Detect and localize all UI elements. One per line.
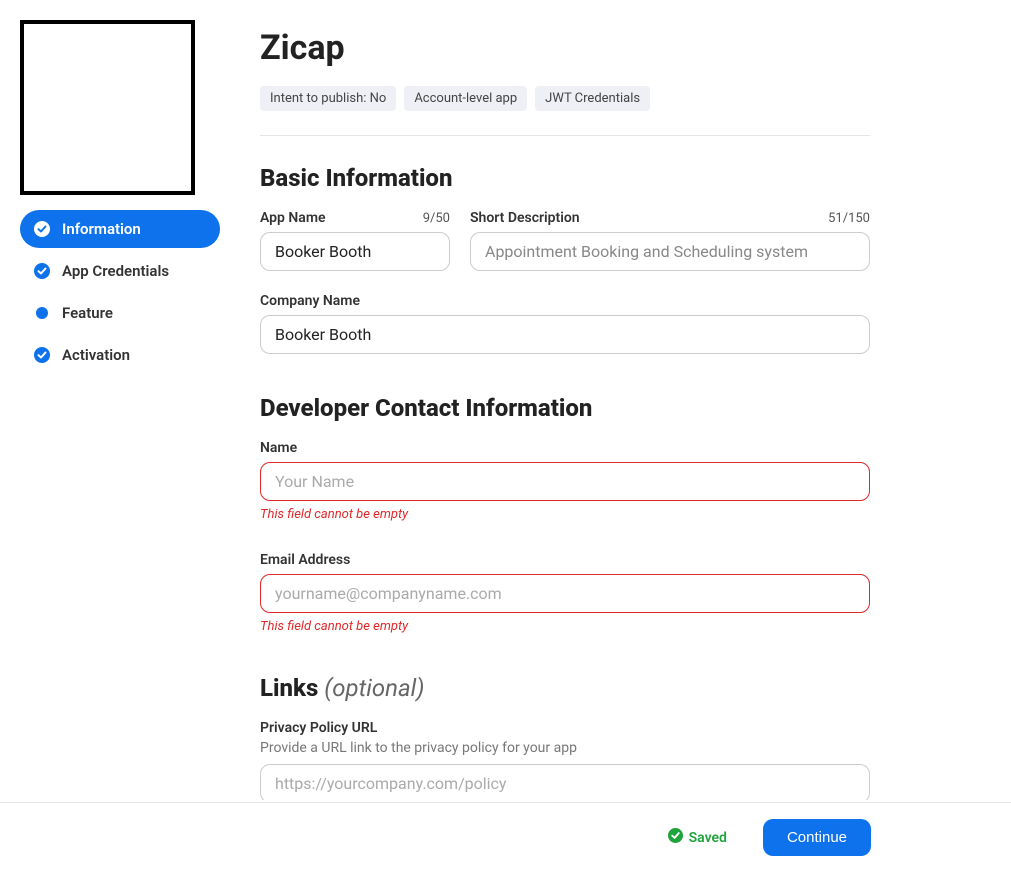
dev-email-label: Email Address	[260, 552, 350, 568]
company-name-input[interactable]	[260, 315, 870, 354]
nav-list: Information App Credentials Feature Acti…	[20, 210, 220, 374]
check-circle-icon	[668, 828, 683, 847]
dev-name-label: Name	[260, 440, 297, 456]
badge-intent: Intent to publish: No	[260, 86, 396, 111]
badge-account-level: Account-level app	[404, 86, 527, 111]
dev-name-error: This field cannot be empty	[260, 507, 870, 522]
nav-label: App Credentials	[62, 262, 169, 280]
app-name-count: 9/50	[423, 211, 450, 226]
privacy-url-help: Provide a URL link to the privacy policy…	[260, 740, 870, 756]
app-name-input[interactable]	[260, 232, 450, 271]
links-title-text: Links	[260, 674, 318, 702]
dot-icon	[34, 305, 50, 321]
short-desc-input[interactable]	[470, 232, 870, 271]
section-title-basic: Basic Information	[260, 164, 870, 192]
badges: Intent to publish: No Account-level app …	[260, 86, 870, 111]
short-desc-label: Short Description	[470, 210, 580, 226]
check-circle-icon	[34, 221, 50, 237]
nav-label: Information	[62, 220, 141, 238]
continue-button[interactable]: Continue	[763, 819, 871, 856]
section-title-developer: Developer Contact Information	[260, 394, 870, 422]
links-optional: (optional)	[324, 674, 424, 702]
dev-email-input[interactable]	[260, 574, 870, 613]
dev-email-error: This field cannot be empty	[260, 619, 870, 634]
nav-item-information[interactable]: Information	[20, 210, 220, 248]
app-title: Zicap	[260, 28, 870, 68]
dev-name-input[interactable]	[260, 462, 870, 501]
main-content: Zicap Intent to publish: No Account-leve…	[260, 20, 870, 800]
sidebar: Information App Credentials Feature Acti…	[20, 20, 220, 800]
app-name-label: App Name	[260, 210, 326, 226]
privacy-url-input[interactable]	[260, 764, 870, 800]
app-logo-placeholder	[20, 20, 195, 195]
saved-indicator: Saved	[668, 828, 727, 847]
bottom-bar: Saved Continue	[0, 802, 1011, 872]
privacy-url-label: Privacy Policy URL	[260, 720, 870, 736]
check-circle-icon	[34, 263, 50, 279]
short-desc-count: 51/150	[828, 211, 870, 226]
nav-label: Feature	[62, 304, 113, 322]
check-circle-icon	[34, 347, 50, 363]
company-name-label: Company Name	[260, 293, 360, 309]
nav-item-activation[interactable]: Activation	[20, 336, 220, 374]
nav-label: Activation	[62, 346, 130, 364]
nav-item-app-credentials[interactable]: App Credentials	[20, 252, 220, 290]
nav-item-feature[interactable]: Feature	[20, 294, 220, 332]
saved-label: Saved	[689, 830, 727, 846]
section-title-links: Links (optional)	[260, 674, 870, 702]
divider	[260, 135, 870, 136]
badge-jwt: JWT Credentials	[535, 86, 650, 111]
